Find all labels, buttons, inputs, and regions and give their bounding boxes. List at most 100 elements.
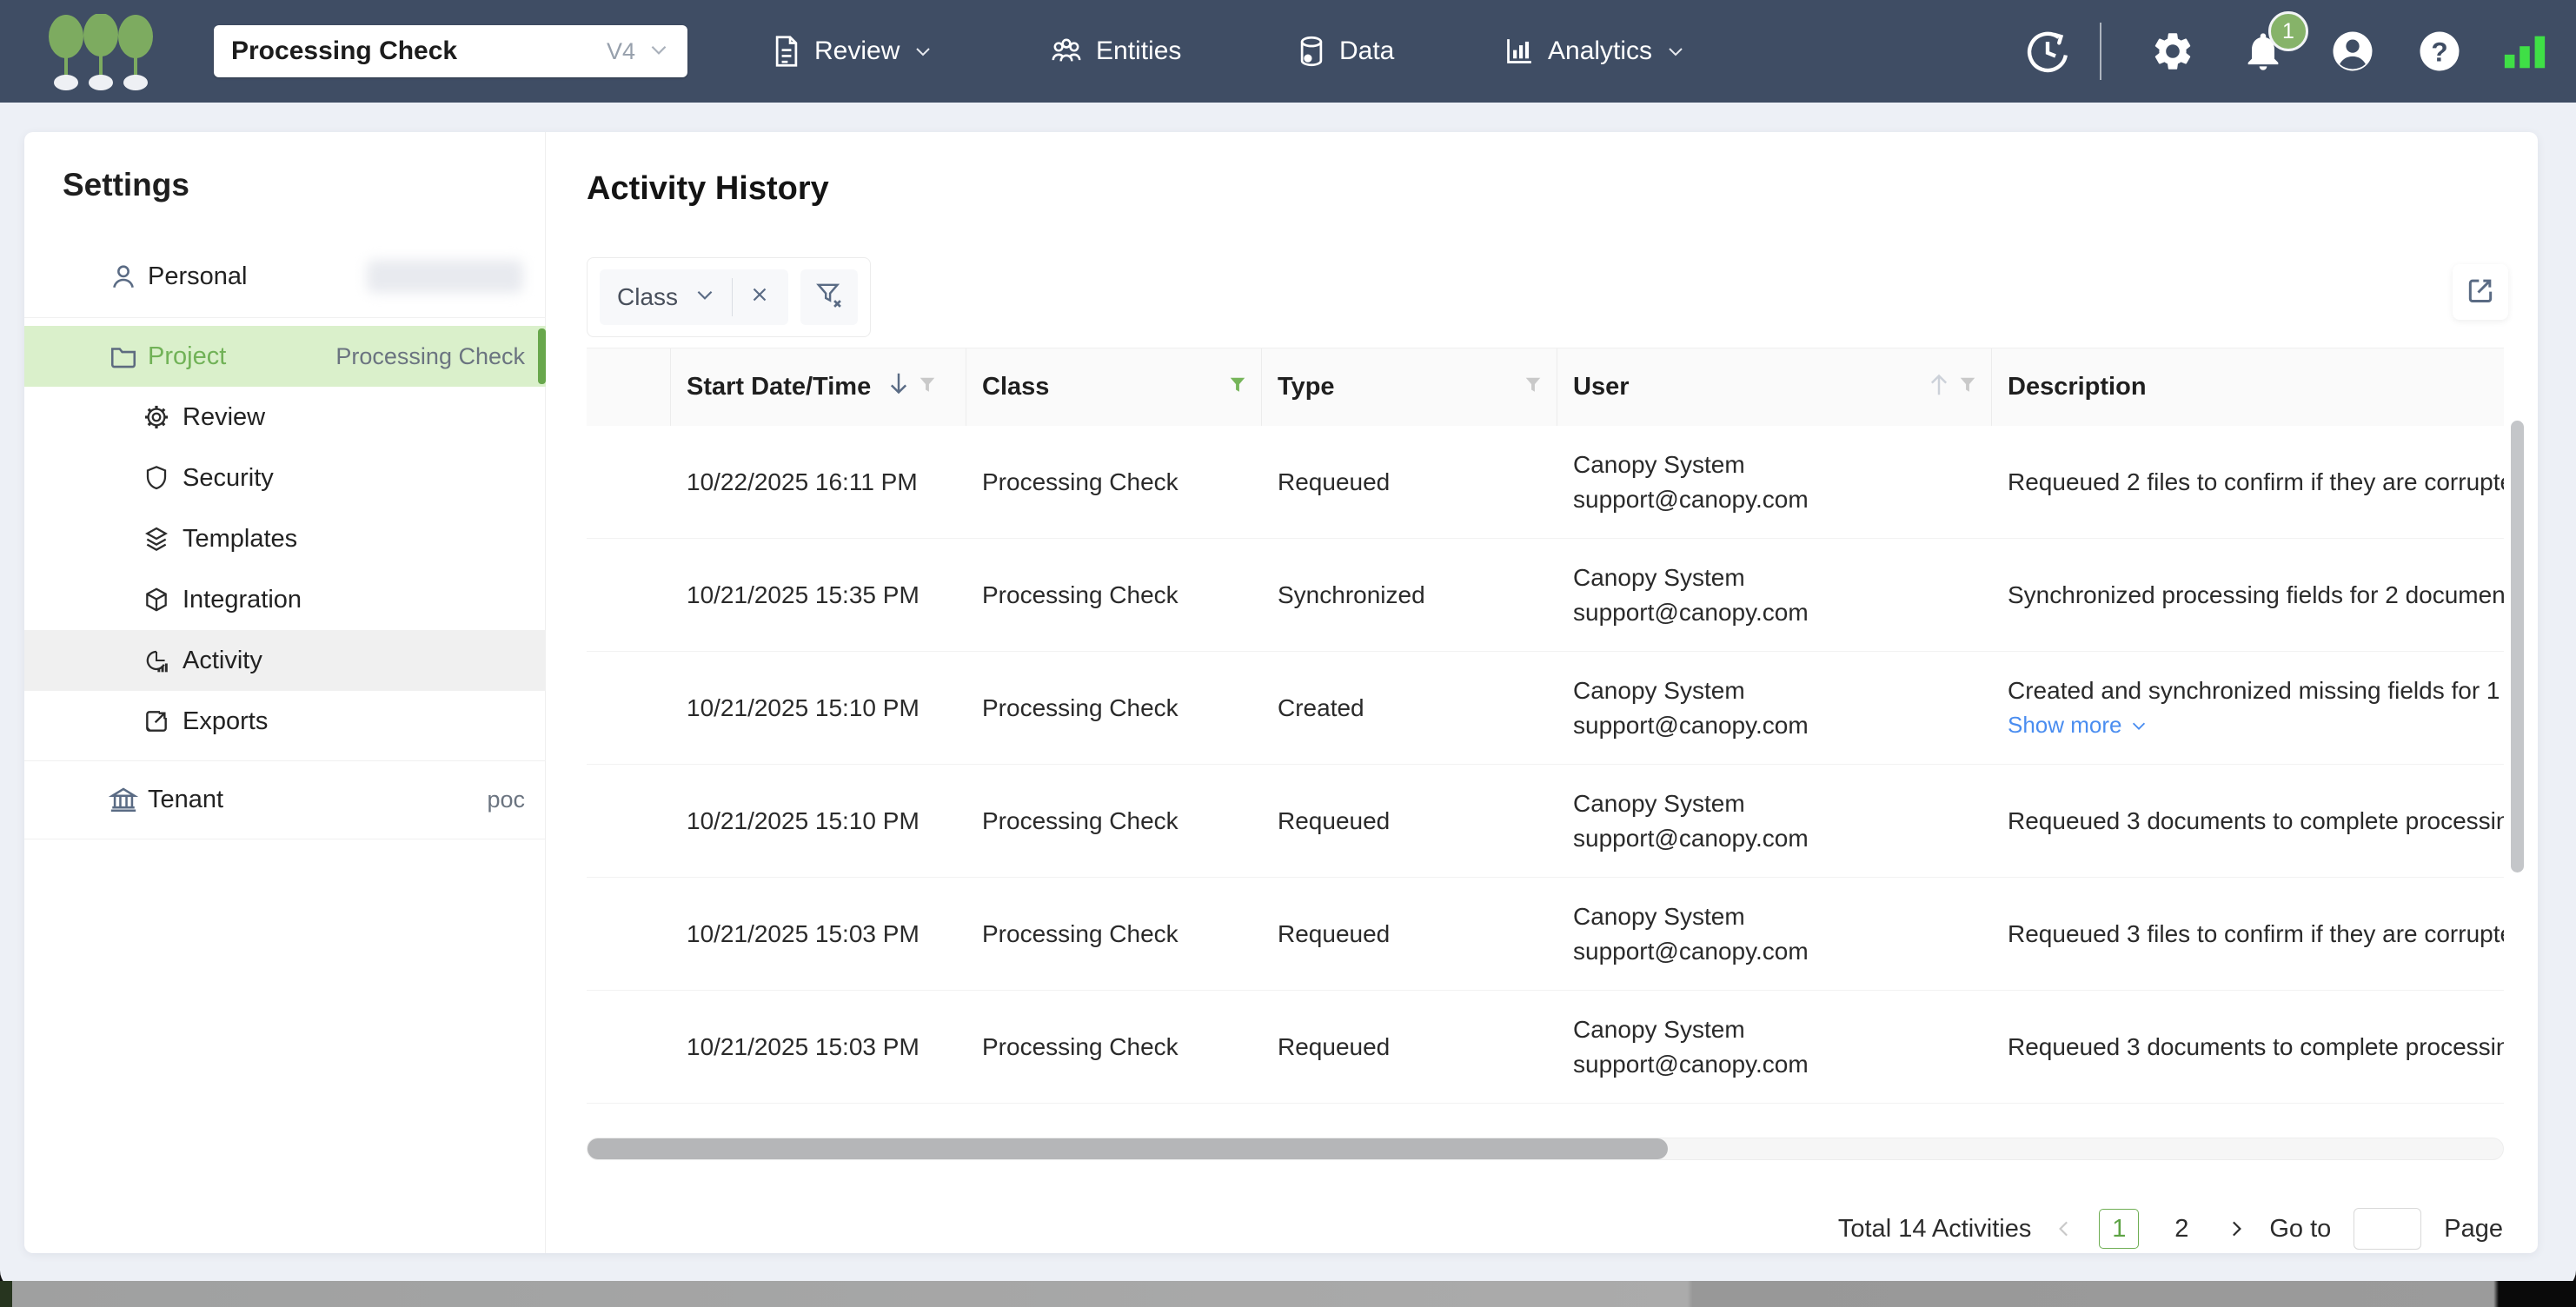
table-row[interactable]: 10/21/2025 15:10 PM Processing Check Cre…	[587, 652, 2504, 765]
goto-page-input[interactable]	[2354, 1208, 2422, 1250]
chip-divider	[732, 278, 734, 316]
row-handle-cell	[587, 991, 671, 1103]
sidebar-item-label: Templates	[183, 524, 298, 553]
notifications-bell-icon[interactable]: 1	[2241, 11, 2308, 74]
horizontal-scrollbar[interactable]	[587, 1138, 2504, 1160]
description-cell: Requeued 3 documents to complete process…	[2008, 1032, 2504, 1060]
table-row[interactable]: 10/21/2025 15:03 PM Processing Check Req…	[587, 991, 2504, 1104]
table-row[interactable]: 10/21/2025 15:10 PM Processing Check Req…	[587, 765, 2504, 878]
type-cell: Created	[1278, 693, 1364, 721]
sidebar-item-exports[interactable]: Exports	[24, 691, 546, 752]
row-handle-cell	[587, 878, 671, 990]
nav-item-entities[interactable]: Entities	[1050, 0, 1181, 103]
nav-item-data[interactable]: Data	[1297, 0, 1394, 103]
user-name: Canopy System	[1573, 450, 1745, 478]
start-datetime-cell: 10/22/2025 16:11 PM	[687, 468, 918, 495]
top-navigation-bar: Processing Check V4 Review Entities Data…	[0, 0, 2576, 103]
chevron-down-icon[interactable]	[694, 283, 716, 312]
description-cell: Requeued 3 files to confirm if they are …	[2008, 919, 2504, 947]
redacted-user-name	[367, 260, 523, 293]
nav-divider	[2100, 23, 2101, 80]
show-more-label: Show more	[2008, 712, 2122, 738]
nav-item-review[interactable]: Review	[772, 0, 933, 103]
table-row[interactable]: 10/21/2025 15:35 PM Processing Check Syn…	[587, 539, 2504, 652]
column-header-type[interactable]: Type	[1262, 348, 1557, 426]
nav-item-analytics[interactable]: Analytics	[1504, 0, 1686, 103]
project-selector-value: Processing Check	[231, 36, 458, 65]
next-page-chevron-icon[interactable]	[2224, 1217, 2247, 1240]
filter-funnel-icon[interactable]	[918, 373, 937, 401]
table-header-row: Start Date/Time Class Type User Descript…	[587, 348, 2504, 426]
sidebar-item-label: Personal	[148, 262, 248, 290]
row-handle-cell	[587, 426, 671, 538]
user-name: Canopy System	[1573, 789, 1745, 817]
history-clock-icon[interactable]	[2015, 26, 2081, 76]
sidebar-item-badge: poc	[487, 786, 525, 813]
help-icon[interactable]: ?	[2416, 28, 2463, 75]
column-header-user[interactable]: User	[1557, 348, 1992, 426]
column-header-description[interactable]: Description	[1992, 348, 2504, 426]
selected-accent-bar	[538, 328, 546, 384]
sidebar-item-label: Project	[148, 342, 227, 370]
previous-page-chevron-icon[interactable]	[2054, 1217, 2076, 1240]
activity-chart-icon	[139, 647, 174, 674]
filter-funnel-icon[interactable]	[1958, 373, 1977, 401]
filter-funnel-active-icon[interactable]	[1228, 373, 1247, 401]
table-row[interactable]: 10/22/2025 16:11 PM Processing Check Req…	[587, 426, 2504, 539]
horizontal-scrollbar-thumb[interactable]	[588, 1138, 1668, 1159]
desktop-background-strip	[0, 1281, 2576, 1307]
external-link-icon	[2463, 273, 2498, 312]
page-title: Activity History	[587, 170, 829, 207]
description-cell: Requeued 2 files to confirm if they are …	[2008, 468, 2504, 495]
user-avatar-icon[interactable]	[2329, 28, 2376, 75]
vertical-scrollbar-thumb[interactable]	[2511, 421, 2524, 872]
settings-gear-icon[interactable]	[2150, 29, 2195, 74]
sidebar-item-templates[interactable]: Templates	[24, 508, 546, 569]
total-count-label: Total 14 Activities	[1837, 1214, 2032, 1243]
close-icon[interactable]	[748, 283, 771, 312]
filter-funnel-icon[interactable]	[1524, 373, 1543, 401]
sidebar-item-project[interactable]: Project Processing Check	[24, 326, 546, 387]
page-number-1[interactable]: 1	[2099, 1209, 2140, 1249]
sidebar-item-label: Exports	[183, 707, 269, 735]
user-email: support@canopy.com	[1573, 824, 1809, 852]
app-window: Processing Check V4 Review Entities Data…	[0, 0, 2576, 1290]
column-header-start-datetime[interactable]: Start Date/Time	[671, 348, 966, 426]
sidebar-item-integration[interactable]: Integration	[24, 569, 546, 630]
sidebar-item-activity[interactable]: Activity	[24, 630, 546, 691]
vertical-scrollbar[interactable]	[2511, 421, 2524, 1012]
row-handle-cell	[587, 652, 671, 764]
user-name: Canopy System	[1573, 676, 1745, 704]
page-number-2[interactable]: 2	[2161, 1209, 2201, 1249]
sort-descending-icon[interactable]	[886, 371, 911, 404]
sidebar-item-security[interactable]: Security	[24, 448, 546, 508]
sidebar-divider	[24, 309, 546, 326]
sidebar-item-label: Security	[183, 463, 274, 492]
sidebar-item-label: Integration	[183, 585, 302, 614]
project-selector[interactable]: Processing Check V4	[214, 25, 687, 77]
cube-icon	[139, 586, 174, 614]
sidebar-item-label: Tenant	[148, 785, 224, 813]
class-filter-chip[interactable]: Class	[600, 269, 789, 325]
svg-text:?: ?	[2431, 36, 2447, 67]
class-cell: Processing Check	[982, 468, 1178, 495]
export-table-button[interactable]	[2453, 264, 2508, 320]
sidebar-item-review[interactable]: Review	[24, 387, 546, 448]
table-row[interactable]: 10/21/2025 15:03 PM Processing Check Req…	[587, 878, 2504, 991]
sidebar-item-tenant[interactable]: Tenant poc	[24, 769, 546, 830]
chevron-down-icon	[1665, 41, 1686, 62]
sort-ascending-icon[interactable]	[1927, 371, 1951, 404]
shield-icon	[139, 464, 174, 492]
clear-all-filters-button[interactable]	[800, 269, 859, 325]
signal-bars-icon[interactable]	[2501, 28, 2548, 75]
sidebar-item-personal[interactable]: Personal	[24, 244, 546, 309]
type-cell: Requeued	[1278, 1032, 1391, 1060]
column-header-class[interactable]: Class	[966, 348, 1262, 426]
person-icon	[106, 262, 141, 291]
user-email: support@canopy.com	[1573, 485, 1809, 513]
canopy-logo-icon[interactable]	[45, 13, 156, 95]
nav-item-label: Analytics	[1548, 36, 1653, 65]
start-datetime-cell: 10/21/2025 15:03 PM	[687, 1032, 920, 1060]
user-cell: Canopy System support@canopy.com	[1557, 878, 1992, 990]
show-more-link[interactable]: Show more	[2008, 712, 2504, 739]
